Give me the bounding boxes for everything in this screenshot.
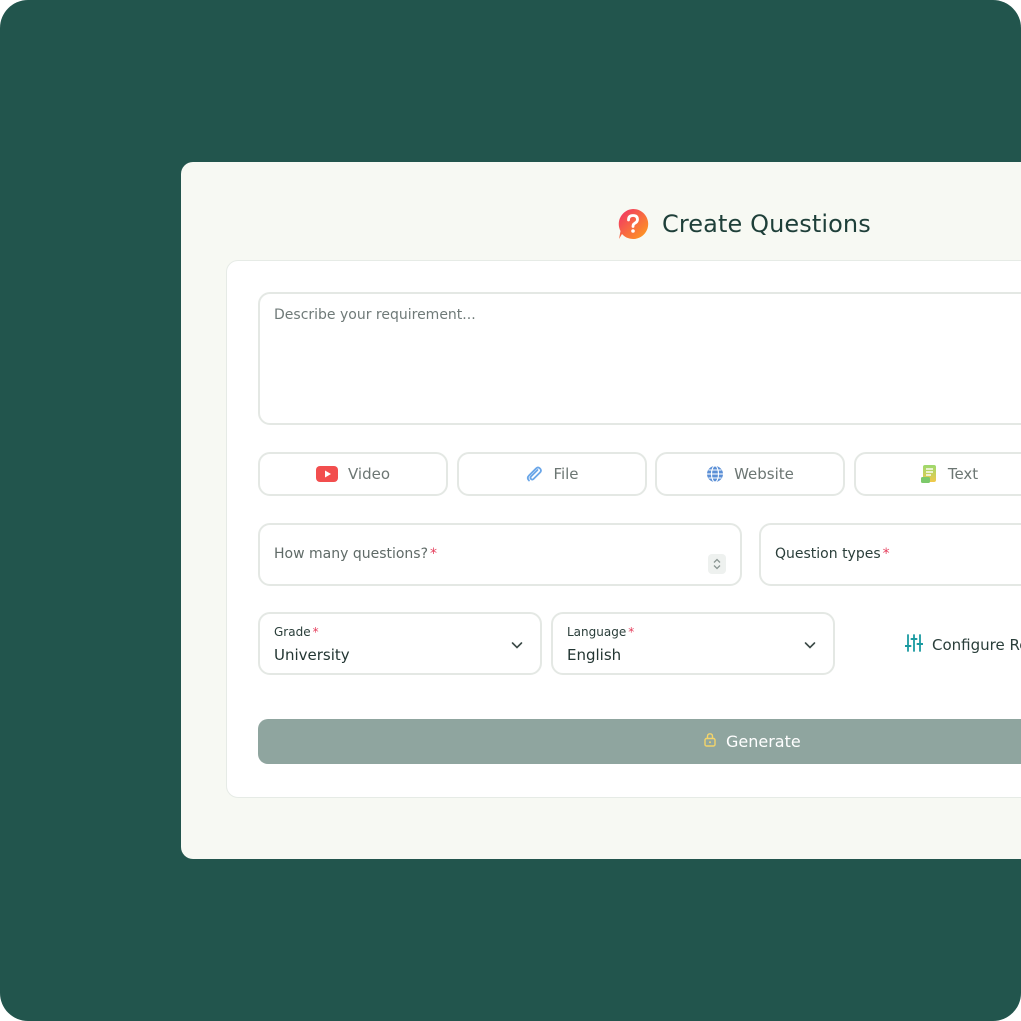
paperclip-icon bbox=[525, 465, 543, 483]
youtube-icon bbox=[315, 466, 338, 482]
source-text-label: Text bbox=[947, 465, 979, 483]
page-title: Create Questions bbox=[662, 210, 871, 238]
question-count-input[interactable]: How many questions? * bbox=[258, 523, 742, 586]
header: Create Questions bbox=[616, 207, 871, 241]
required-mark: * bbox=[312, 625, 319, 639]
source-file-button[interactable]: File bbox=[457, 452, 647, 496]
requirement-input[interactable] bbox=[260, 294, 1021, 423]
chevron-down-icon bbox=[803, 637, 817, 656]
sliders-icon bbox=[904, 633, 924, 657]
source-video-button[interactable]: Video bbox=[258, 452, 448, 496]
source-text-button[interactable]: Text bbox=[854, 452, 1021, 496]
configure-button[interactable]: Configure Re bbox=[904, 633, 1021, 657]
language-select[interactable]: Language * English bbox=[551, 612, 835, 675]
number-stepper[interactable] bbox=[708, 554, 726, 574]
question-types-select[interactable]: Question types * bbox=[759, 523, 1021, 586]
configure-label: Configure Re bbox=[932, 636, 1021, 654]
grade-value: University bbox=[274, 646, 350, 664]
globe-icon bbox=[706, 465, 724, 483]
source-file-label: File bbox=[553, 465, 579, 483]
required-mark: * bbox=[628, 625, 635, 639]
generate-label: Generate bbox=[726, 732, 801, 751]
grade-label: Grade * bbox=[274, 625, 319, 639]
source-website-label: Website bbox=[734, 465, 794, 483]
create-questions-window: Create Questions Video bbox=[181, 162, 1021, 859]
requirement-box bbox=[258, 292, 1021, 425]
question-types-label: Question types * bbox=[775, 546, 890, 562]
stepper-arrows-icon bbox=[713, 558, 721, 570]
lock-icon bbox=[703, 732, 717, 751]
required-mark: * bbox=[882, 546, 890, 562]
generate-button[interactable]: Generate bbox=[258, 719, 1021, 764]
document-text-icon bbox=[920, 464, 938, 484]
language-value: English bbox=[567, 646, 622, 664]
question-count-label: How many questions? * bbox=[274, 546, 438, 562]
backdrop: Create Questions Video bbox=[0, 0, 1021, 1021]
required-mark: * bbox=[430, 546, 438, 562]
question-form: Video File bbox=[226, 260, 1021, 798]
source-website-button[interactable]: Website bbox=[655, 452, 845, 496]
chevron-down-icon bbox=[510, 637, 524, 656]
question-bubble-icon bbox=[616, 207, 650, 241]
grade-select[interactable]: Grade * University bbox=[258, 612, 542, 675]
language-label: Language * bbox=[567, 625, 635, 639]
source-video-label: Video bbox=[347, 465, 391, 483]
